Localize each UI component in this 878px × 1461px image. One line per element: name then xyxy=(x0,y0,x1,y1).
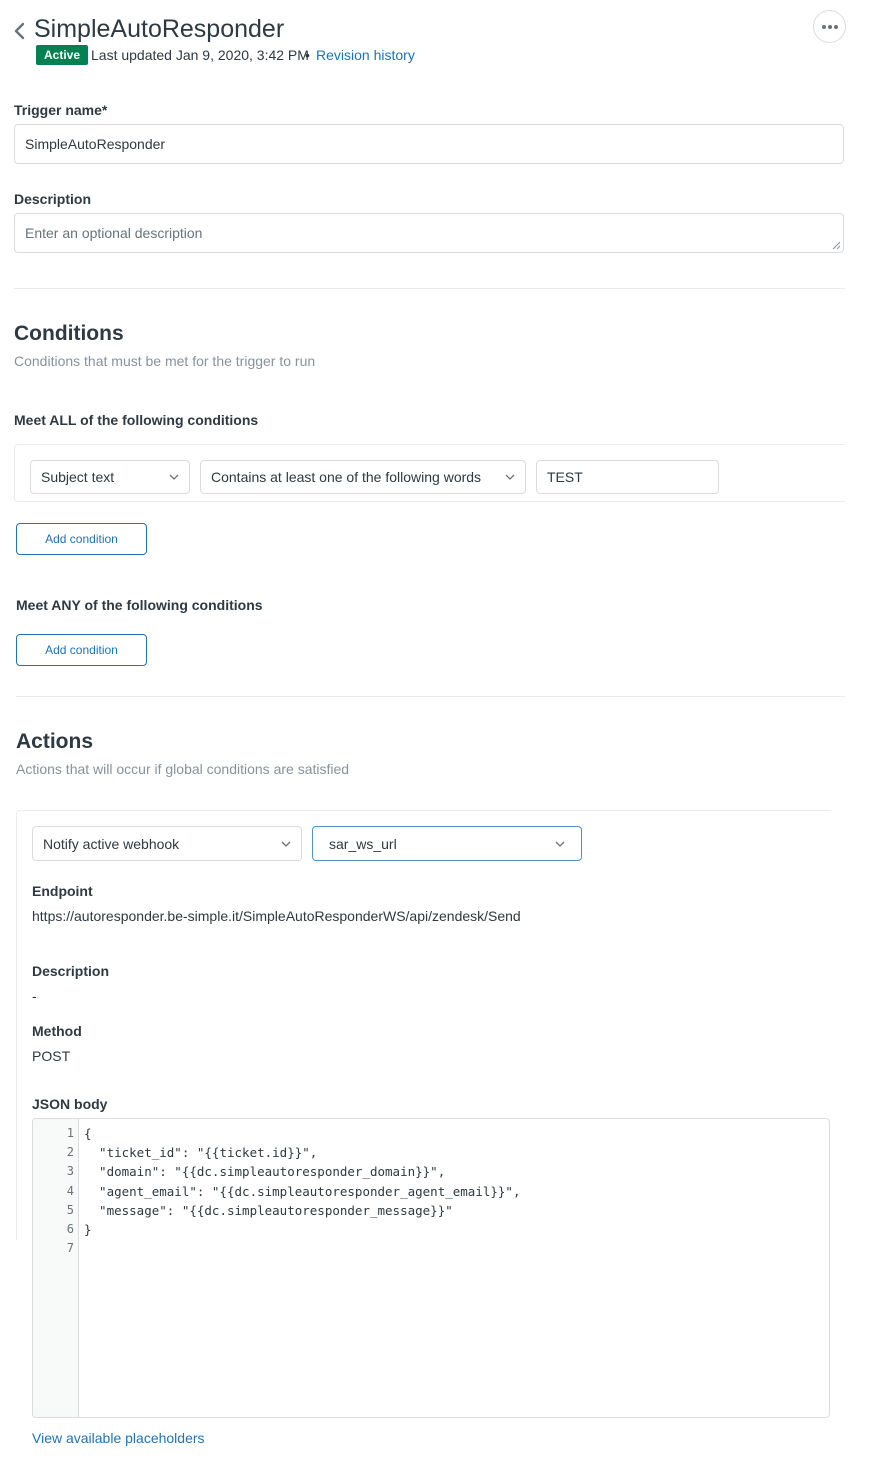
trigger-name-input[interactable]: SimpleAutoResponder xyxy=(14,124,844,164)
separator-bullet: • xyxy=(305,47,310,63)
condition-field-value: Subject text xyxy=(41,469,115,485)
add-condition-any-button[interactable]: Add condition xyxy=(16,634,147,666)
action-type-value: Notify active webhook xyxy=(43,835,180,852)
page-title: SimpleAutoResponder xyxy=(34,15,285,43)
add-condition-all-button[interactable]: Add condition xyxy=(16,523,147,555)
revision-history-link[interactable]: Revision history xyxy=(316,46,415,64)
line-number: 3 xyxy=(66,1164,74,1179)
webhook-select[interactable]: sar_ws_url xyxy=(312,826,582,861)
back-arrow-icon[interactable] xyxy=(12,22,28,40)
condition-field-select[interactable]: Subject text xyxy=(30,460,190,494)
meet-any-label: Meet ANY of the following conditions xyxy=(16,597,263,613)
method-label: Method xyxy=(32,1023,82,1039)
line-number: 5 xyxy=(66,1202,74,1217)
json-body-editor[interactable]: 1 2 3 4 5 6 7 { "ticket_id": "{{ticket.i… xyxy=(32,1118,830,1418)
endpoint-value: https://autoresponder.be-simple.it/Simpl… xyxy=(32,908,521,924)
condition-operator-value: Contains at least one of the following w… xyxy=(211,469,482,485)
code-line: "agent_email": "{{dc.simpleautoresponder… xyxy=(84,1183,521,1199)
chevron-down-icon xyxy=(505,474,515,480)
condition-value-input[interactable]: TEST xyxy=(536,460,719,494)
ellipsis-icon xyxy=(821,24,838,29)
trigger-name-value: SimpleAutoResponder xyxy=(25,136,166,152)
condition-operator-select[interactable]: Contains at least one of the following w… xyxy=(200,460,526,494)
description-placeholder: Enter an optional description xyxy=(25,225,203,241)
json-body-label: JSON body xyxy=(32,1096,108,1112)
code-line: } xyxy=(84,1222,92,1237)
method-value: POST xyxy=(32,1048,71,1064)
conditions-subtitle: Conditions that must be met for the trig… xyxy=(14,353,316,369)
code-line: "domain": "{{dc.simpleautoresponder_doma… xyxy=(84,1164,446,1180)
line-number: 2 xyxy=(66,1145,74,1160)
actions-subtitle: Actions that will occur if global condit… xyxy=(16,761,350,777)
code-line: { xyxy=(84,1126,92,1141)
chevron-down-icon xyxy=(169,474,179,480)
actions-title: Actions xyxy=(16,730,94,753)
last-updated-text: Last updated Jan 9, 2020, 3:42 PM xyxy=(91,47,309,63)
line-number: 6 xyxy=(66,1222,74,1236)
status-badge: Active xyxy=(36,45,89,65)
section-divider xyxy=(16,696,845,697)
code-line: "ticket_id": "{{ticket.id}}", xyxy=(84,1145,318,1161)
condition-value-text: TEST xyxy=(547,469,583,485)
webhook-description-value: - xyxy=(32,988,37,1004)
trigger-name-label: Trigger name* xyxy=(14,102,108,118)
resize-handle-icon[interactable] xyxy=(832,241,841,250)
code-line: "message": "{{dc.simpleautoresponder_mes… xyxy=(84,1202,453,1218)
line-number: 7 xyxy=(66,1241,74,1256)
action-type-select[interactable]: Notify active webhook xyxy=(32,826,302,861)
webhook-value: sar_ws_url xyxy=(329,835,397,852)
webhook-description-label: Description xyxy=(32,963,110,979)
chevron-down-icon xyxy=(281,841,291,847)
line-number-gutter: 1 2 3 4 5 6 7 xyxy=(33,1119,79,1417)
line-number: 4 xyxy=(66,1183,74,1198)
line-number: 1 xyxy=(66,1126,74,1140)
more-options-button[interactable] xyxy=(813,10,846,43)
conditions-title: Conditions xyxy=(14,322,124,345)
chevron-down-icon xyxy=(555,841,565,847)
view-placeholders-link[interactable]: View available placeholders xyxy=(32,1429,205,1447)
section-divider xyxy=(14,288,845,289)
meet-all-label: Meet ALL of the following conditions xyxy=(14,412,259,428)
description-textarea[interactable]: Enter an optional description xyxy=(14,213,844,253)
description-label: Description xyxy=(14,191,92,207)
endpoint-label: Endpoint xyxy=(32,883,93,899)
